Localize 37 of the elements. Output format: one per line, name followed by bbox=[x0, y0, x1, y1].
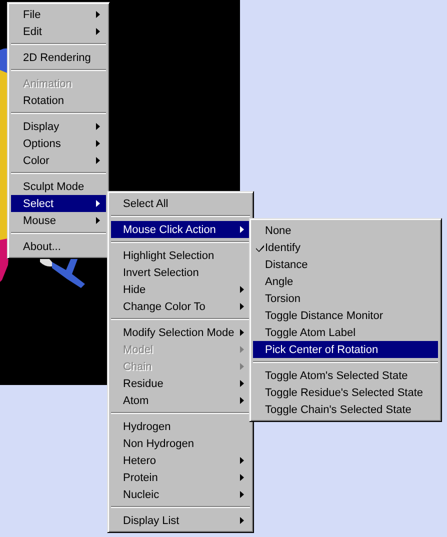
menu-item[interactable]: Toggle Chain's Selected State bbox=[253, 401, 438, 418]
menu-item[interactable]: Edit bbox=[11, 23, 106, 40]
menu-item[interactable]: Toggle Atom's Selected State bbox=[253, 367, 438, 384]
menu-item[interactable]: File bbox=[11, 6, 106, 23]
menu-item[interactable]: Toggle Distance Monitor bbox=[253, 307, 438, 324]
menu-item[interactable]: Modify Selection Mode bbox=[111, 324, 250, 341]
menu-item[interactable]: Hydrogen bbox=[111, 418, 250, 435]
menu-item[interactable]: Sculpt Mode bbox=[11, 178, 106, 195]
menu-item[interactable]: Residue bbox=[111, 375, 250, 392]
menu-item[interactable]: Nucleic bbox=[111, 486, 250, 503]
menu-item[interactable]: Toggle Residue's Selected State bbox=[253, 384, 438, 401]
menu-item[interactable]: Display List bbox=[111, 512, 250, 529]
menu-item[interactable]: Identify bbox=[253, 239, 438, 256]
menu-item[interactable]: Color bbox=[11, 152, 106, 169]
menu-item[interactable]: Highlight Selection bbox=[111, 247, 250, 264]
menu-item[interactable]: Select All bbox=[111, 195, 250, 212]
menu-item[interactable]: Torsion bbox=[253, 290, 438, 307]
menu-item[interactable]: 2D Rendering bbox=[11, 49, 106, 66]
menu-item[interactable]: Hide bbox=[111, 281, 250, 298]
menu-item[interactable]: Atom bbox=[111, 392, 250, 409]
menu-item[interactable]: Distance bbox=[253, 256, 438, 273]
menu-item[interactable]: About... bbox=[11, 238, 106, 255]
menu-item[interactable]: Mouse Click Action bbox=[111, 221, 250, 238]
menu-item[interactable]: Select bbox=[11, 195, 106, 212]
menu-item[interactable]: Rotation bbox=[11, 92, 106, 109]
menu-item[interactable]: Hetero bbox=[111, 452, 250, 469]
menu-item[interactable]: Pick Center of Rotation bbox=[253, 341, 438, 358]
menu-item[interactable]: Mouse bbox=[11, 212, 106, 229]
menu-item[interactable]: Non Hydrogen bbox=[111, 435, 250, 452]
menu-item[interactable]: None bbox=[253, 222, 438, 239]
menu-item[interactable]: Protein bbox=[111, 469, 250, 486]
menu-item[interactable]: Options bbox=[11, 135, 106, 152]
menu-item[interactable]: Display bbox=[11, 118, 106, 135]
menu-item[interactable]: Toggle Atom Label bbox=[253, 324, 438, 341]
menu-item[interactable]: Angle bbox=[253, 273, 438, 290]
menu-item[interactable]: Change Color To bbox=[111, 298, 250, 315]
menu-item[interactable]: Invert Selection bbox=[111, 264, 250, 281]
